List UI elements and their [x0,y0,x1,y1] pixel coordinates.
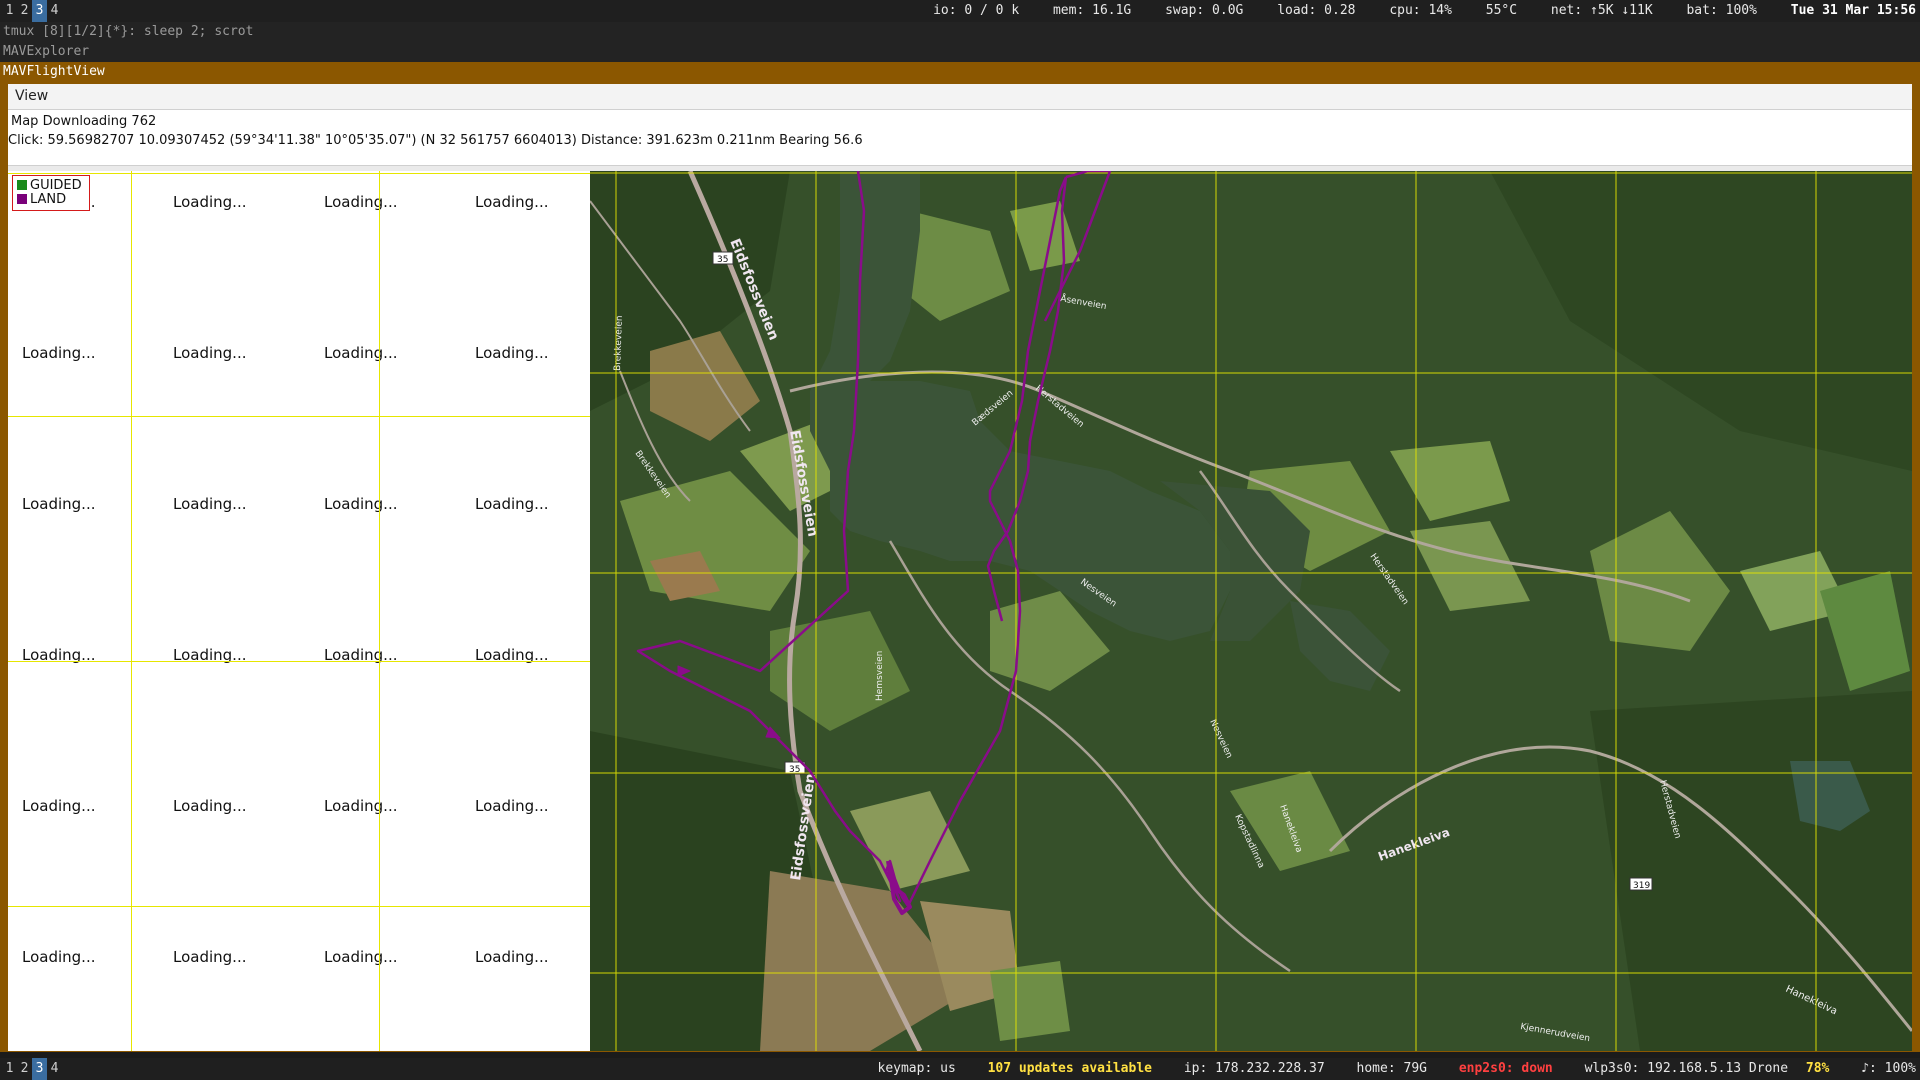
system-stats: io: 0 / 0 k mem: 16.1G swap: 0.0G load: … [907,0,1916,22]
mavexplorer-window-title[interactable]: MAVExplorer [0,42,1920,62]
tile-loading-label: Loading... [324,193,398,211]
tile-loading-label: Loading... [475,193,549,211]
volume-stat[interactable]: ♪: 100% [1861,1061,1916,1076]
swap-stat: swap: 0.0G [1165,3,1244,18]
tile-loading-label: Loading... [475,948,549,966]
road-label: Hemsveien [875,651,885,701]
tile-loading-label: Loading... [173,344,247,362]
workspace-4[interactable]: 4 [47,0,62,22]
workspace-3[interactable]: 3 [32,1058,47,1080]
keymap-stat: keymap: us [877,1061,956,1076]
workspace-1[interactable]: 1 [2,1058,17,1080]
top-status-bar: 1234 io: 0 / 0 k mem: 16.1G swap: 0.0G l… [0,0,1920,22]
tile-loading-label: Loading... [324,344,398,362]
tile-loading-label: Loading... [173,948,247,966]
tile-grid-line [379,171,380,1051]
satellite-map[interactable]: Eidsfossveien Eidsfossveien Eidsfossveie… [590,171,1912,1051]
legend-label: LAND [30,192,67,207]
road-label: Brekkeveien [613,315,625,371]
tile-loading-label: Loading... [324,495,398,513]
tmux-window-title[interactable]: tmux [8][1/2]{*}: sleep 2; scrot [0,22,1920,42]
network-stats: keymap: us 107 updates available ip: 178… [854,1058,1917,1080]
menu-view[interactable]: View [8,88,48,104]
tile-loading-label: Loading... [173,193,247,211]
workspace-1[interactable]: 1 [2,0,17,22]
battery-stat: bat: 100% [1686,3,1757,18]
download-status: Map Downloading 762 [11,114,157,129]
temp-stat: 55°C [1485,3,1518,18]
legend-item-land: LAND [17,192,66,207]
workspace-2[interactable]: 2 [17,0,32,22]
tile-grid-line [8,661,590,662]
mavflightview-window-title[interactable]: MAVFlightView [0,62,1920,82]
route-label: 319 [1633,881,1650,891]
workspace-switcher: 1234 [2,0,62,22]
legend-label: GUIDED [30,178,82,193]
tile-loading-label: Loading... [22,344,96,362]
tile-grid-line [8,173,590,174]
legend-item-guided: GUIDED [17,178,82,193]
tile-loading-label: Loading... [475,344,549,362]
tile-loading-label: Loading... [173,797,247,815]
unloaded-tiles-area: Loading... Loading... Loading... Loading...… [8,171,590,1051]
legend-swatch-guided [17,180,27,190]
updates-stat[interactable]: 107 updates available [988,1061,1152,1076]
workspace-4[interactable]: 4 [47,1058,62,1080]
tile-loading-label: Loading... [22,495,96,513]
tile-grid-line [8,416,590,417]
wifi-strength: 78% [1805,1061,1830,1076]
home-disk-stat: home: 79G [1356,1061,1427,1076]
legend-swatch-land [17,194,27,204]
tile-loading-label: Loading... [475,495,549,513]
tile-loading-label: Loading... [324,948,398,966]
wifi-stat: wlp3s0: 192.168.5.13 Drone [1584,1061,1789,1076]
workspace-switcher-bottom: 1234 [2,1058,62,1080]
click-info: Click: 59.56982707 10.09307452 (59°34'11… [8,133,863,148]
tile-loading-label: Loading... [173,495,247,513]
tile-grid-line [8,906,590,907]
flight-mode-legend: GUIDED LAND [12,175,90,211]
forest-patch [1590,691,1912,1051]
workspace-3[interactable]: 3 [32,0,47,22]
cpu-stat: cpu: 14% [1389,3,1452,18]
io-stat: io: 0 / 0 k [933,3,1020,18]
info-panel: Map Downloading 762 Click: 59.56982707 1… [8,110,1912,166]
ethernet-stat: enp2s0: down [1458,1061,1553,1076]
tile-loading-label: Loading... [475,797,549,815]
clock: Tue 31 Mar 15:56 [1790,3,1916,18]
net-stat: net: ↑5K ↓11K [1550,3,1653,18]
tile-grid-line [131,171,132,1051]
mem-stat: mem: 16.1G [1052,3,1132,18]
tile-loading-label: Loading... [22,948,96,966]
menu-bar: View [8,84,1912,110]
route-label: 35 [717,255,728,265]
tile-loading-label: Loading... [22,797,96,815]
ip-stat: ip: 178.232.228.37 [1183,1061,1325,1076]
map-view[interactable]: Loading... Loading... Loading... Loading...… [8,171,1912,1051]
tile-loading-label: Loading... [324,797,398,815]
bottom-status-bar: 1234 keymap: us 107 updates available ip… [0,1058,1920,1080]
load-stat: load: 0.28 [1277,3,1356,18]
workspace-2[interactable]: 2 [17,1058,32,1080]
